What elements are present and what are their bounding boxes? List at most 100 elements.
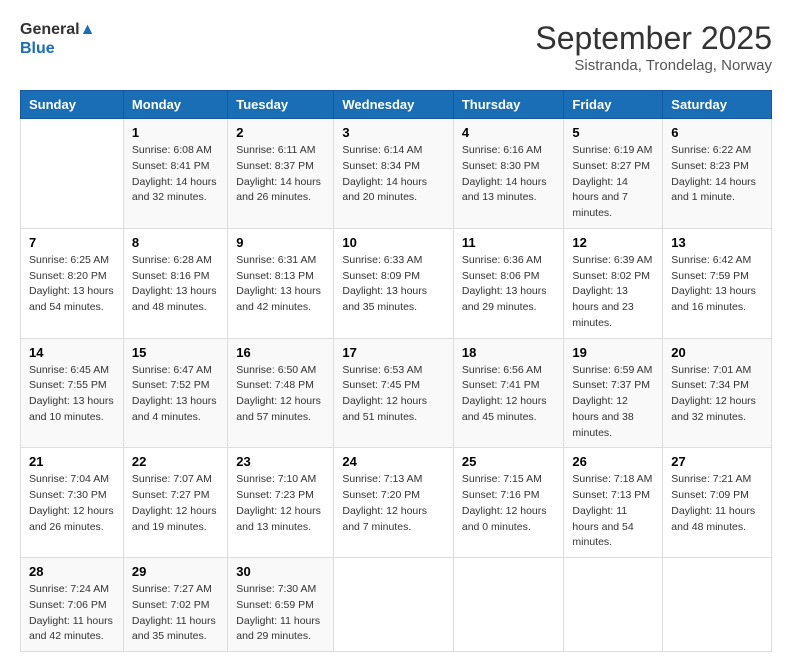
header-saturday: Saturday [663,91,772,119]
day-number: 21 [29,454,115,469]
day-info: Sunrise: 6:14 AM Sunset: 8:34 PM Dayligh… [342,143,445,206]
daylight: Daylight: 14 hours and 13 minutes. [462,175,556,207]
cell-week4-day0: 21 Sunrise: 7:04 AM Sunset: 7:30 PM Dayl… [21,448,124,558]
logo: General▲ Blue [20,20,95,58]
sunset: Sunset: 8:16 PM [132,269,219,285]
day-info: Sunrise: 7:04 AM Sunset: 7:30 PM Dayligh… [29,472,115,535]
title-section: September 2025 Sistranda, Trondelag, Nor… [535,20,772,74]
day-number: 30 [236,564,325,579]
day-info: Sunrise: 6:11 AM Sunset: 8:37 PM Dayligh… [236,143,325,206]
daylight: Daylight: 13 hours and 4 minutes. [132,394,219,426]
cell-week2-day0: 7 Sunrise: 6:25 AM Sunset: 8:20 PM Dayli… [21,228,124,338]
daylight: Daylight: 14 hours and 26 minutes. [236,175,325,207]
sunrise: Sunrise: 6:25 AM [29,253,115,269]
day-info: Sunrise: 6:16 AM Sunset: 8:30 PM Dayligh… [462,143,556,206]
cell-week4-day5: 26 Sunrise: 7:18 AM Sunset: 7:13 PM Dayl… [564,448,663,558]
sunrise: Sunrise: 6:59 AM [572,363,654,379]
sunset: Sunset: 7:27 PM [132,488,219,504]
daylight: Daylight: 12 hours and 57 minutes. [236,394,325,426]
day-info: Sunrise: 6:59 AM Sunset: 7:37 PM Dayligh… [572,363,654,442]
daylight: Daylight: 13 hours and 10 minutes. [29,394,115,426]
day-number: 14 [29,345,115,360]
day-number: 27 [671,454,763,469]
sunset: Sunset: 7:20 PM [342,488,445,504]
sunrise: Sunrise: 6:39 AM [572,253,654,269]
cell-week4-day6: 27 Sunrise: 7:21 AM Sunset: 7:09 PM Dayl… [663,448,772,558]
day-info: Sunrise: 6:45 AM Sunset: 7:55 PM Dayligh… [29,363,115,426]
cell-week3-day5: 19 Sunrise: 6:59 AM Sunset: 7:37 PM Dayl… [564,338,663,448]
cell-week2-day6: 13 Sunrise: 6:42 AM Sunset: 7:59 PM Dayl… [663,228,772,338]
day-info: Sunrise: 6:56 AM Sunset: 7:41 PM Dayligh… [462,363,556,426]
week-row-4: 21 Sunrise: 7:04 AM Sunset: 7:30 PM Dayl… [21,448,772,558]
header-sunday: Sunday [21,91,124,119]
sunrise: Sunrise: 6:16 AM [462,143,556,159]
day-info: Sunrise: 6:42 AM Sunset: 7:59 PM Dayligh… [671,253,763,316]
cell-week4-day3: 24 Sunrise: 7:13 AM Sunset: 7:20 PM Dayl… [334,448,454,558]
header-thursday: Thursday [453,91,564,119]
day-number: 11 [462,235,556,250]
day-info: Sunrise: 7:15 AM Sunset: 7:16 PM Dayligh… [462,472,556,535]
day-info: Sunrise: 6:36 AM Sunset: 8:06 PM Dayligh… [462,253,556,316]
sunset: Sunset: 8:34 PM [342,159,445,175]
day-number: 17 [342,345,445,360]
header-wednesday: Wednesday [334,91,454,119]
day-info: Sunrise: 7:24 AM Sunset: 7:06 PM Dayligh… [29,582,115,645]
sunrise: Sunrise: 6:50 AM [236,363,325,379]
calendar-table: Sunday Monday Tuesday Wednesday Thursday… [20,90,772,652]
cell-week3-day1: 15 Sunrise: 6:47 AM Sunset: 7:52 PM Dayl… [123,338,227,448]
day-number: 5 [572,125,654,140]
daylight: Daylight: 12 hours and 0 minutes. [462,504,556,536]
sunset: Sunset: 7:48 PM [236,378,325,394]
sunset: Sunset: 7:41 PM [462,378,556,394]
cell-week1-day3: 3 Sunrise: 6:14 AM Sunset: 8:34 PM Dayli… [334,119,454,229]
days-header-row: Sunday Monday Tuesday Wednesday Thursday… [21,91,772,119]
sunset: Sunset: 8:06 PM [462,269,556,285]
sunrise: Sunrise: 6:08 AM [132,143,219,159]
sunrise: Sunrise: 6:14 AM [342,143,445,159]
day-number: 23 [236,454,325,469]
day-info: Sunrise: 7:07 AM Sunset: 7:27 PM Dayligh… [132,472,219,535]
day-number: 12 [572,235,654,250]
day-info: Sunrise: 6:08 AM Sunset: 8:41 PM Dayligh… [132,143,219,206]
day-number: 13 [671,235,763,250]
sunset: Sunset: 7:06 PM [29,598,115,614]
cell-week2-day5: 12 Sunrise: 6:39 AM Sunset: 8:02 PM Dayl… [564,228,663,338]
daylight: Daylight: 11 hours and 54 minutes. [572,504,654,551]
sunrise: Sunrise: 7:15 AM [462,472,556,488]
day-number: 6 [671,125,763,140]
cell-week5-day5 [564,558,663,652]
day-info: Sunrise: 6:25 AM Sunset: 8:20 PM Dayligh… [29,253,115,316]
day-number: 25 [462,454,556,469]
day-info: Sunrise: 7:01 AM Sunset: 7:34 PM Dayligh… [671,363,763,426]
logo-graphic: General▲ Blue [20,20,95,58]
sunrise: Sunrise: 6:28 AM [132,253,219,269]
day-number: 7 [29,235,115,250]
day-info: Sunrise: 6:28 AM Sunset: 8:16 PM Dayligh… [132,253,219,316]
daylight: Daylight: 12 hours and 32 minutes. [671,394,763,426]
day-info: Sunrise: 6:47 AM Sunset: 7:52 PM Dayligh… [132,363,219,426]
cell-week5-day6 [663,558,772,652]
cell-week2-day3: 10 Sunrise: 6:33 AM Sunset: 8:09 PM Dayl… [334,228,454,338]
sunrise: Sunrise: 6:56 AM [462,363,556,379]
day-number: 1 [132,125,219,140]
header-monday: Monday [123,91,227,119]
sunset: Sunset: 8:09 PM [342,269,445,285]
week-row-5: 28 Sunrise: 7:24 AM Sunset: 7:06 PM Dayl… [21,558,772,652]
sunrise: Sunrise: 7:01 AM [671,363,763,379]
daylight: Daylight: 12 hours and 51 minutes. [342,394,445,426]
cell-week4-day4: 25 Sunrise: 7:15 AM Sunset: 7:16 PM Dayl… [453,448,564,558]
cell-week3-day3: 17 Sunrise: 6:53 AM Sunset: 7:45 PM Dayl… [334,338,454,448]
day-info: Sunrise: 6:50 AM Sunset: 7:48 PM Dayligh… [236,363,325,426]
sunset: Sunset: 8:02 PM [572,269,654,285]
sunrise: Sunrise: 7:30 AM [236,582,325,598]
daylight: Daylight: 14 hours and 7 minutes. [572,175,654,222]
daylight: Daylight: 12 hours and 26 minutes. [29,504,115,536]
header: General▲ Blue September 2025 Sistranda, … [20,20,772,74]
day-number: 8 [132,235,219,250]
sunset: Sunset: 8:13 PM [236,269,325,285]
sunset: Sunset: 8:30 PM [462,159,556,175]
cell-week2-day2: 9 Sunrise: 6:31 AM Sunset: 8:13 PM Dayli… [228,228,334,338]
cell-week2-day1: 8 Sunrise: 6:28 AM Sunset: 8:16 PM Dayli… [123,228,227,338]
day-info: Sunrise: 6:33 AM Sunset: 8:09 PM Dayligh… [342,253,445,316]
cell-week1-day1: 1 Sunrise: 6:08 AM Sunset: 8:41 PM Dayli… [123,119,227,229]
